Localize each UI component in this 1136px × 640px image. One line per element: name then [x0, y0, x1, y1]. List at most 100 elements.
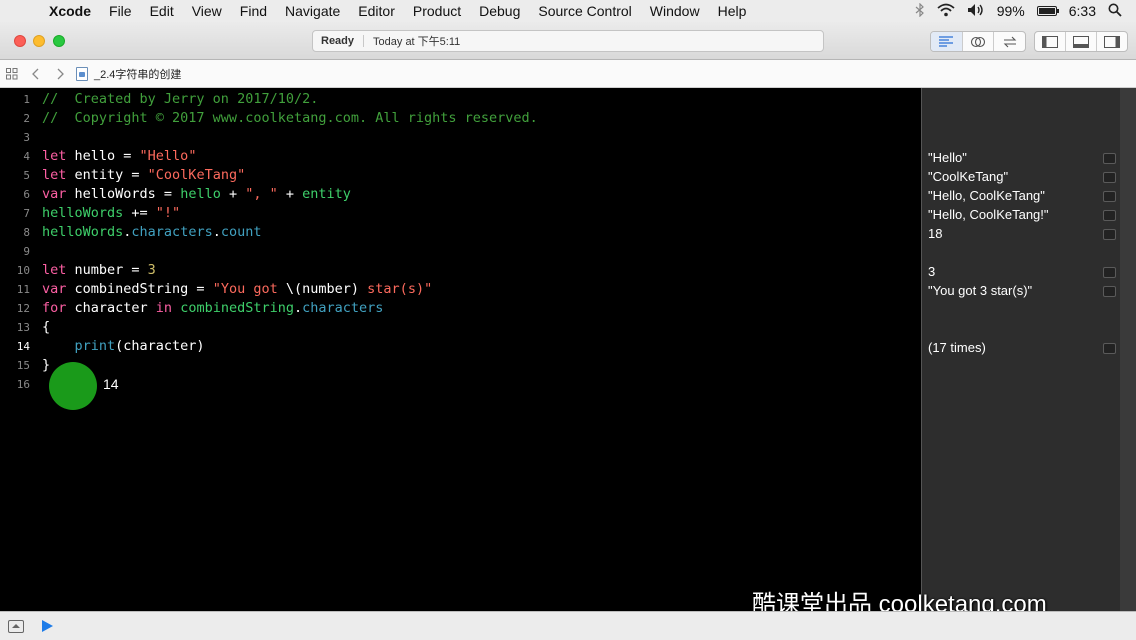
line-number: 2	[23, 112, 30, 125]
menu-item-edit[interactable]: Edit	[141, 3, 183, 19]
menu-item-help[interactable]: Help	[709, 3, 756, 19]
toggle-navigator-button[interactable]	[1035, 32, 1066, 51]
code-editor[interactable]: 1 2 3 4 5 6 7 8 9 10 11 12 13 14 15 16 // Created by Je…	[0, 88, 921, 611]
code-line[interactable]: {	[42, 318, 50, 337]
menu-item-source-control[interactable]: Source Control	[529, 3, 640, 19]
back-chevron-icon[interactable]	[24, 68, 48, 80]
wifi-icon[interactable]	[937, 3, 955, 20]
code-token: let	[42, 148, 67, 164]
close-window-button[interactable]	[14, 35, 26, 47]
code-token: combinedString	[180, 300, 294, 316]
code-token: "You got	[212, 281, 286, 297]
code-line[interactable]: var helloWords = hello + ", " + entity	[42, 185, 351, 204]
code-token: helloWords	[42, 205, 124, 221]
results-sidebar: "Hello" "CoolKeTang" "Hello, CoolKeTang" "H…	[921, 88, 1120, 611]
code-token: combinedString =	[66, 281, 213, 297]
zoom-window-button[interactable]	[53, 35, 65, 47]
vertical-scrollbar[interactable]	[1120, 88, 1136, 611]
code-token: +	[277, 186, 303, 202]
battery-icon[interactable]	[1036, 6, 1059, 16]
forward-chevron-icon[interactable]	[48, 68, 72, 80]
show-result-icon[interactable]	[1103, 343, 1116, 354]
code-line[interactable]: let entity = "CoolKeTang"	[42, 166, 245, 185]
menu-item-debug[interactable]: Debug	[470, 3, 529, 19]
result-value[interactable]: 3	[928, 262, 935, 281]
result-value[interactable]: "CoolKeTang"	[928, 167, 1008, 186]
code-line[interactable]: helloWords.characters.count	[42, 223, 261, 242]
code-token: helloWords	[42, 224, 124, 240]
build-timestamp: Today at 下午5:11	[373, 36, 461, 48]
clock[interactable]: 6:33	[1069, 3, 1096, 19]
menu-item-file[interactable]: File	[100, 3, 141, 19]
code-line[interactable]: let hello = "Hello"	[42, 147, 196, 166]
menu-item-find[interactable]: Find	[231, 3, 276, 19]
code-token: 3	[147, 262, 156, 278]
bluetooth-icon[interactable]	[915, 2, 925, 20]
assistant-editor-button[interactable]	[963, 32, 995, 51]
code-token: ", "	[245, 186, 278, 202]
menu-item-xcode[interactable]: Xcode	[40, 3, 100, 19]
code-token: "Hello"	[139, 148, 197, 164]
code-token: // Copyright © 2017 www.coolketang.com. …	[42, 110, 538, 126]
volume-icon[interactable]	[967, 3, 985, 20]
code-line[interactable]: // Created by Jerry on 2017/10/2.	[42, 90, 318, 109]
show-result-icon[interactable]	[1103, 172, 1116, 183]
toggle-utilities-button[interactable]	[1097, 32, 1127, 51]
code-line[interactable]: let number = 3	[42, 261, 156, 280]
line-number: 1	[23, 93, 30, 106]
code-line[interactable]: print(character)	[42, 337, 205, 356]
menu-item-product[interactable]: Product	[404, 3, 470, 19]
show-result-icon[interactable]	[1103, 153, 1116, 164]
show-result-icon[interactable]	[1103, 229, 1116, 240]
show-result-icon[interactable]	[1103, 286, 1116, 297]
menu-item-navigate[interactable]: Navigate	[276, 3, 349, 19]
code-token: number =	[66, 262, 148, 278]
code-token: var	[42, 186, 67, 202]
menu-item-window[interactable]: Window	[641, 3, 709, 19]
breadcrumb-file-name[interactable]: _2.4字符串的创建	[94, 66, 181, 82]
standard-editor-icon	[939, 35, 954, 47]
code-token: number	[302, 281, 351, 297]
menu-item-editor[interactable]: Editor	[349, 3, 404, 19]
code-line[interactable]: // Copyright © 2017 www.coolketang.com. …	[42, 109, 538, 128]
line-number: 8	[23, 226, 30, 239]
toggle-debug-area-button[interactable]	[1066, 32, 1097, 51]
result-value[interactable]: "Hello"	[928, 148, 967, 167]
result-value[interactable]: "You got 3 star(s)"	[928, 281, 1032, 300]
code-line[interactable]: var combinedString = "You got \(number) …	[42, 280, 432, 299]
run-playground-icon[interactable]	[42, 620, 53, 632]
code-token: hello	[180, 186, 221, 202]
minimize-window-button[interactable]	[33, 35, 45, 47]
search-icon[interactable]	[1108, 3, 1122, 20]
version-editor-button[interactable]	[994, 32, 1025, 51]
related-items-icon[interactable]	[0, 67, 24, 80]
line-number: 15	[16, 359, 30, 372]
line-number: 14	[16, 340, 30, 353]
code-token: "CoolKeTang"	[147, 167, 246, 183]
code-line[interactable]: helloWords += "!"	[42, 204, 180, 223]
result-value[interactable]: (17 times)	[928, 338, 986, 357]
line-number: 7	[23, 207, 30, 220]
code-line[interactable]: for character in combinedString.characte…	[42, 299, 383, 318]
show-result-icon[interactable]	[1103, 267, 1116, 278]
result-value[interactable]: 18	[928, 224, 942, 243]
result-value[interactable]: "Hello, CoolKeTang"	[928, 186, 1045, 205]
menu-item-view[interactable]: View	[183, 3, 231, 19]
standard-editor-button[interactable]	[931, 32, 963, 51]
show-result-icon[interactable]	[1103, 191, 1116, 202]
code-token: count	[220, 224, 262, 240]
code-token: var	[42, 281, 67, 297]
right-panel-icon	[1104, 35, 1120, 48]
hide-debug-area-icon[interactable]	[8, 620, 24, 633]
bottom-panel-icon	[1073, 35, 1089, 48]
result-value[interactable]: "Hello, CoolKeTang!"	[928, 205, 1049, 224]
show-result-icon[interactable]	[1103, 210, 1116, 221]
code-token: character	[66, 300, 156, 316]
code-token: }	[42, 357, 51, 373]
line-number: 6	[23, 188, 30, 201]
code-line[interactable]: }	[42, 356, 50, 375]
code-token: star(s)"	[359, 281, 433, 297]
line-number: 3	[23, 131, 30, 144]
assistant-editor-icon	[970, 36, 986, 47]
